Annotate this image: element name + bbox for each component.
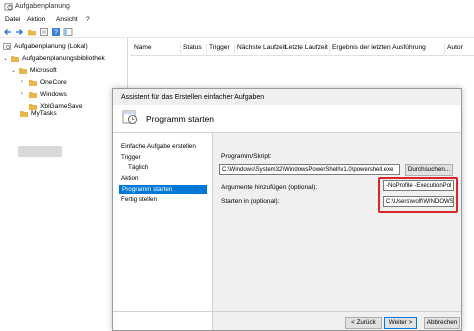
- column-status[interactable]: Status: [180, 44, 202, 54]
- back-arrow-icon[interactable]: [3, 27, 13, 37]
- column-last-result[interactable]: Ergebnis der letzten Ausführung: [329, 44, 426, 54]
- folder-up-icon[interactable]: [27, 27, 37, 37]
- start-in-label: Starten in (optional):: [221, 198, 280, 205]
- wizard-steps: Einfache Aufgabe erstellen Trigger Tägli…: [113, 133, 213, 330]
- chevron-down-icon[interactable]: ⌄: [11, 67, 17, 75]
- help-icon[interactable]: ?: [51, 27, 61, 37]
- tree-item-label: Microsoft: [30, 67, 57, 74]
- task-wizard-icon: [122, 110, 137, 124]
- program-field[interactable]: C:\Windows\System32\WindowsPowerShell\v1…: [219, 164, 400, 175]
- next-button[interactable]: Weiter >: [384, 317, 417, 329]
- step-trigger[interactable]: Trigger: [121, 154, 141, 163]
- task-scheduler-icon: [3, 43, 11, 50]
- column-next-run[interactable]: Nächste Laufzeit: [234, 44, 286, 54]
- cancel-button[interactable]: Abbrechen: [424, 317, 460, 329]
- column-last-run[interactable]: Letzte Laufzeit: [282, 44, 328, 54]
- arguments-label: Argumente hinzufügen (optional):: [221, 184, 318, 191]
- column-author[interactable]: Autor: [444, 44, 463, 54]
- step-start-program[interactable]: Programm starten: [119, 185, 207, 194]
- step-daily[interactable]: Täglich: [128, 164, 148, 173]
- step-create-task[interactable]: Einfache Aufgabe erstellen: [121, 143, 196, 152]
- folder-icon: [19, 68, 27, 74]
- menu-bar: Datei Aktion Ansicht ?: [0, 14, 474, 26]
- column-name[interactable]: Name: [132, 44, 152, 54]
- dialog-header: Programm starten: [113, 105, 461, 133]
- menu-ansicht[interactable]: Ansicht: [56, 16, 78, 23]
- forward-arrow-icon[interactable]: [14, 27, 24, 37]
- footer-divider: [113, 311, 461, 312]
- tree-item-label: Windows: [40, 91, 67, 98]
- chevron-right-icon[interactable]: ›: [21, 79, 27, 87]
- window-title: Aufgabenplanung: [15, 3, 70, 10]
- menu-help[interactable]: ?: [86, 16, 90, 23]
- folder-icon: [11, 56, 19, 62]
- tree-selection-highlight: [18, 146, 62, 157]
- title-bar: Aufgabenplanung: [0, 0, 474, 14]
- back-button[interactable]: < Zurück: [345, 317, 382, 329]
- tree-item-label: XblGameSave: [40, 103, 83, 110]
- menu-datei[interactable]: Datei: [5, 16, 20, 23]
- tree-item-label: Aufgabenplanung (Lokal): [14, 43, 88, 50]
- properties-icon[interactable]: [39, 27, 49, 37]
- browse-button[interactable]: Durchsuchen...: [405, 164, 453, 176]
- step-action[interactable]: Aktion: [121, 175, 139, 184]
- folder-icon: [29, 80, 37, 86]
- dialog-heading: Programm starten: [146, 114, 215, 124]
- task-scheduler-icon: [4, 3, 13, 11]
- step-finish[interactable]: Fertig stellen: [121, 196, 157, 205]
- dialog-title: Assistent für das Erstellen einfacher Au…: [121, 94, 265, 101]
- chevron-down-icon[interactable]: ⌄: [3, 55, 9, 63]
- menu-aktion[interactable]: Aktion: [27, 16, 45, 23]
- program-label: Programm/Skript:: [221, 153, 272, 160]
- chevron-right-icon[interactable]: ›: [21, 91, 27, 99]
- navigation-tree: Aufgabenplanung (Lokal) ⌄ Aufgabenplanun…: [0, 38, 128, 331]
- tree-item-label: Aufgabenplanungsbibliothek: [22, 55, 105, 62]
- tree-item-label: OneCore: [40, 79, 67, 86]
- annotation-highlight-box: [378, 177, 458, 213]
- tree-item-label: MyTasks: [31, 110, 57, 117]
- folder-icon: [29, 104, 37, 110]
- show-hide-pane-icon[interactable]: [63, 27, 73, 37]
- column-trigger[interactable]: Trigger: [206, 44, 230, 54]
- task-list-header: Name Status Trigger Nächste Laufzeit Let…: [130, 40, 474, 56]
- tree-item-library[interactable]: ⌄ Aufgabenplanungsbibliothek: [2, 54, 128, 64]
- folder-icon: [20, 111, 28, 117]
- svg-text:?: ?: [54, 30, 58, 37]
- toolbar: ?: [0, 26, 474, 38]
- folder-icon: [29, 92, 37, 98]
